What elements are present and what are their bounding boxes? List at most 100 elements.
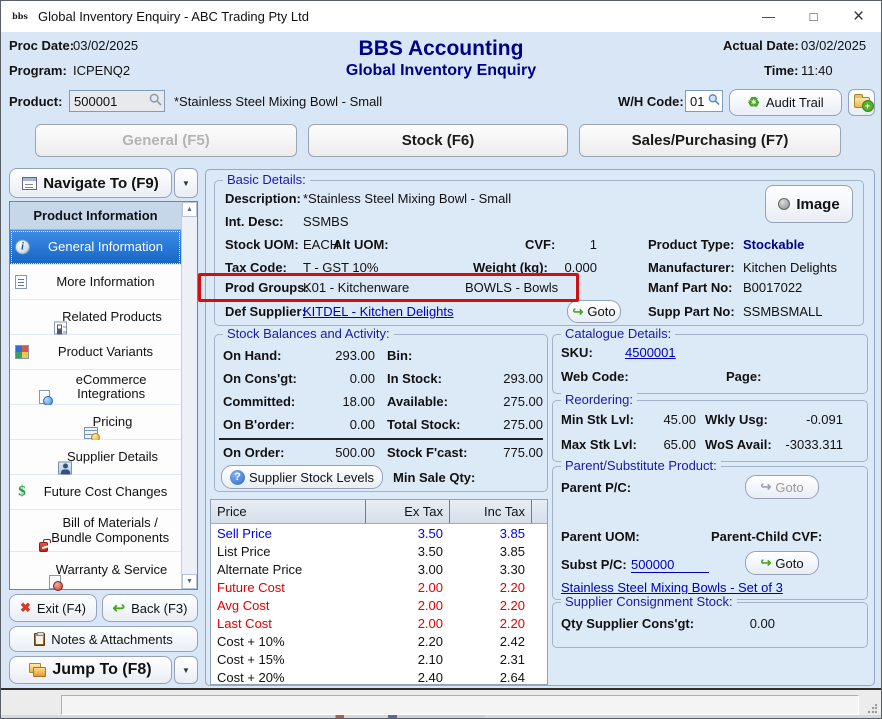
- parent-substitute-legend: Parent/Substitute Product:: [561, 458, 721, 473]
- wos-avail-value: -3033.311: [771, 437, 843, 452]
- goto-label: Goto: [775, 556, 803, 571]
- back-button[interactable]: ↩ Back (F3): [102, 594, 198, 622]
- price-row: Alternate Price3.003.30: [211, 560, 547, 578]
- int-desc-value: SSMBS: [303, 214, 349, 229]
- image-button[interactable]: Image: [765, 185, 853, 223]
- pricing-table-icon: [84, 427, 98, 439]
- exit-x-icon: ✖: [20, 600, 31, 616]
- tab-sales-purchasing[interactable]: Sales/Purchasing (F7): [579, 124, 841, 157]
- supplier-stock-levels-button[interactable]: ? Supplier Stock Levels: [221, 465, 383, 489]
- screen-title: Global Inventory Enquiry: [346, 62, 536, 80]
- jump-dropdown-button[interactable]: ▼: [174, 656, 198, 684]
- sidebar-scrollbar[interactable]: ▲ ▼: [181, 202, 197, 589]
- on-hand-label: On Hand:: [223, 348, 282, 363]
- stock-balances-legend: Stock Balances and Activity:: [223, 326, 394, 341]
- sidebar-item-general-information[interactable]: i General Information: [10, 230, 181, 265]
- prod-group-1-value: K01 - Kitchenware: [303, 280, 409, 295]
- navigate-dropdown-button[interactable]: ▼: [174, 168, 198, 198]
- app-title: BBS Accounting: [359, 37, 524, 61]
- price-row: Cost + 10%2.202.42: [211, 632, 547, 650]
- def-supplier-goto-button[interactable]: ↪ Goto: [567, 300, 621, 323]
- back-arrow-icon: ↩: [113, 599, 126, 617]
- parent-uom-label: Parent UOM:: [561, 529, 640, 544]
- actual-date-value: 03/02/2025: [801, 38, 866, 53]
- supplier-stock-levels-label: Supplier Stock Levels: [249, 470, 374, 485]
- sidebar-item-label: Future Cost Changes: [44, 485, 168, 499]
- sidebar-item-supplier-details[interactable]: Supplier Details: [10, 440, 181, 475]
- resize-grip[interactable]: [867, 704, 877, 714]
- description-label: Description:: [225, 191, 301, 206]
- sidebar-item-bill-of-materials[interactable]: Bill of Materials / Bundle Components: [10, 510, 181, 552]
- weight-label: Weight (kg):: [473, 260, 548, 275]
- substitute-product-link[interactable]: Stainless Steel Mixing Bowls - Set of 3: [561, 580, 783, 595]
- notes-attachments-button[interactable]: Notes & Attachments: [9, 626, 198, 652]
- col-inc-tax: Inc Tax: [449, 500, 531, 523]
- sidebar-item-warranty-service[interactable]: Warranty & Service: [10, 552, 181, 589]
- question-icon: ?: [230, 470, 245, 485]
- goto-arrow-icon: ↪: [760, 555, 771, 571]
- manufacturer-value: Kitchen Delights: [743, 260, 837, 275]
- qty-consgt-label: Qty Supplier Cons'gt:: [561, 616, 694, 631]
- taskbar-sliver: [1, 715, 881, 718]
- minimize-button[interactable]: —: [746, 1, 791, 32]
- proc-date-label: Proc Date:: [9, 38, 74, 53]
- main-panel: Basic Details: Description: *Stainless S…: [205, 169, 875, 686]
- wkly-usg-value: -0.091: [771, 412, 843, 427]
- price-row: List Price3.503.85: [211, 542, 547, 560]
- list-header: Product Information: [10, 202, 181, 230]
- parent-child-cvf-label: Parent-Child CVF:: [711, 529, 822, 544]
- product-search-icon[interactable]: [149, 93, 162, 109]
- committed-value: 18.00: [305, 394, 375, 409]
- stock-uom-label: Stock UOM:: [225, 237, 299, 252]
- bin-label: Bin:: [387, 348, 412, 363]
- on-consgt-label: On Cons'gt:: [223, 371, 297, 386]
- clipboard-icon: [34, 633, 45, 646]
- sidebar-item-product-variants[interactable]: Product Variants: [10, 335, 181, 370]
- product-description: *Stainless Steel Mixing Bowl - Small: [174, 94, 382, 109]
- exit-button[interactable]: ✖ Exit (F4): [9, 594, 97, 622]
- def-supplier-link[interactable]: KITDEL - Kitchen Delights: [303, 304, 454, 319]
- stock-fcast-value: 775.00: [455, 445, 543, 460]
- new-folder-button[interactable]: [848, 89, 875, 116]
- wh-search-icon[interactable]: [708, 94, 720, 109]
- time-value: 11:40: [801, 63, 833, 78]
- price-row: Last Cost2.002.20: [211, 614, 547, 632]
- sidebar-item-pricing[interactable]: Pricing: [10, 405, 181, 440]
- info-icon: i: [15, 240, 30, 255]
- price-row: Sell Price3.503.85: [211, 524, 547, 542]
- goto-label: Goto: [775, 480, 803, 495]
- tab-general[interactable]: General (F5): [35, 124, 297, 157]
- navigate-to-button[interactable]: Navigate To (F9): [9, 168, 172, 198]
- in-stock-label: In Stock:: [387, 371, 442, 386]
- program-value: ICPENQ2: [73, 63, 130, 78]
- sidebar-item-label: Bill of Materials / Bundle Components: [43, 516, 177, 545]
- warranty-stamp-icon: [49, 575, 61, 589]
- sidebar-item-related-products[interactable]: Related Products: [10, 300, 181, 335]
- manf-part-value: B0017022: [743, 280, 802, 295]
- proc-date-value: 03/02/2025: [73, 38, 138, 53]
- more-information-icon: [15, 275, 27, 289]
- subst-goto-button[interactable]: ↪ Goto: [745, 551, 819, 575]
- exit-label: Exit (F4): [37, 601, 86, 616]
- maximize-button[interactable]: □: [791, 1, 836, 32]
- recycle-icon: ♻: [747, 94, 760, 111]
- on-border-value: 0.00: [305, 417, 375, 432]
- navigation-list: Product Information i General Informatio…: [9, 201, 198, 590]
- sidebar-item-more-information[interactable]: More Information: [10, 265, 181, 300]
- sidebar-item-ecommerce-integrations[interactable]: eCommerce Integrations: [10, 370, 181, 405]
- status-message-panel: [61, 695, 859, 715]
- cvf-value: 1: [555, 237, 597, 252]
- audit-trail-button[interactable]: ♻ Audit Trail: [729, 89, 842, 116]
- sidebar-item-future-cost-changes[interactable]: $ Future Cost Changes: [10, 475, 181, 510]
- int-desc-label: Int. Desc:: [225, 214, 284, 229]
- total-stock-value: 275.00: [455, 417, 543, 432]
- scroll-up-icon[interactable]: ▲: [182, 202, 197, 217]
- sku-link[interactable]: 4500001: [625, 345, 676, 360]
- scroll-down-icon[interactable]: ▼: [182, 574, 197, 589]
- parent-goto-button[interactable]: ↪ Goto: [745, 475, 819, 499]
- tab-stock[interactable]: Stock (F6): [308, 124, 568, 157]
- jump-to-button[interactable]: Jump To (F8): [9, 656, 172, 684]
- subst-pc-link[interactable]: 500000: [631, 557, 709, 573]
- close-button[interactable]: ×: [836, 1, 881, 32]
- catalogue-legend: Catalogue Details:: [561, 326, 675, 341]
